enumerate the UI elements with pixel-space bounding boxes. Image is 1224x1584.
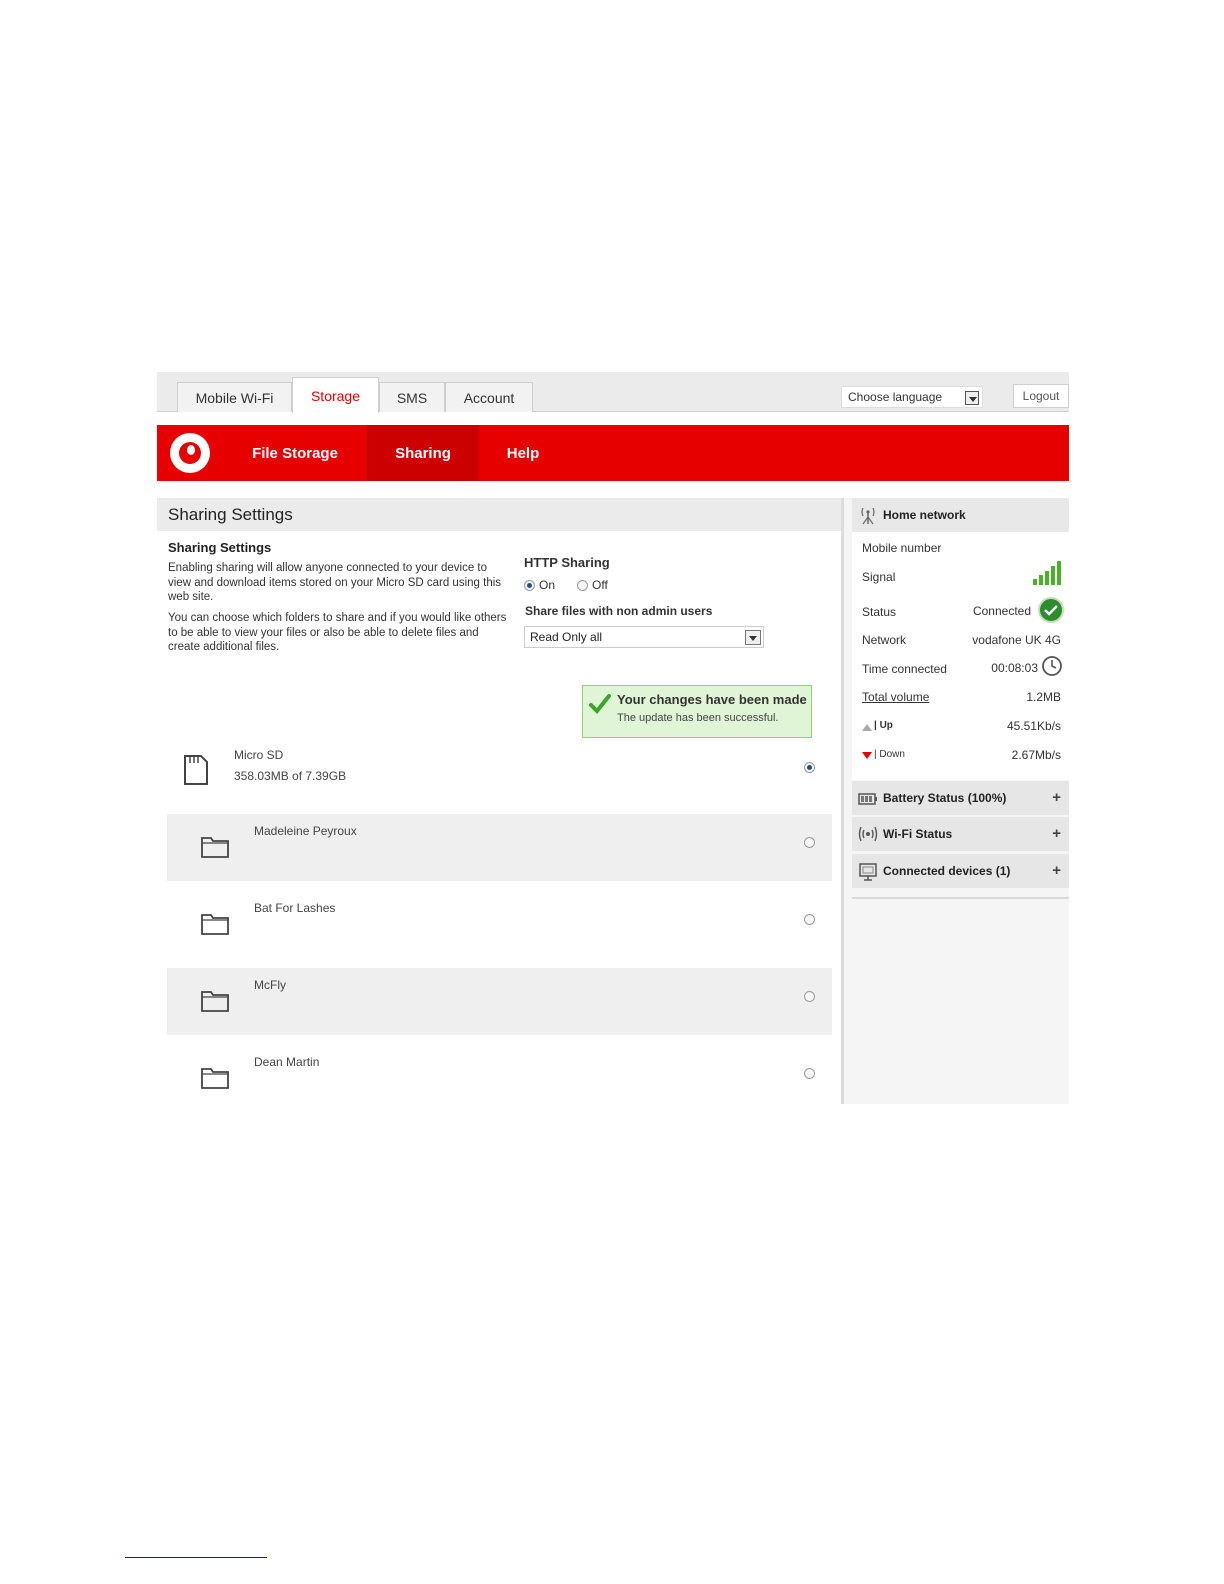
storage-row[interactable]: Micro SD 358.03MB of 7.39GB (167, 742, 832, 804)
logout-button[interactable]: Logout (1013, 384, 1069, 408)
share-files-label: Share files with non admin users (525, 604, 713, 618)
folder-radio[interactable] (804, 991, 815, 1002)
folder-icon (201, 991, 229, 1012)
up-arrow-icon (862, 724, 872, 731)
folder-icon (201, 1068, 229, 1089)
main-nav: File Storage Sharing Help (157, 425, 1069, 481)
monitor-icon (859, 863, 877, 881)
folder-row[interactable]: Dean Martin (167, 1045, 832, 1104)
chevron-down-icon (965, 391, 979, 405)
sharing-folder-description: You can choose which folders to share an… (168, 612, 507, 653)
network-details: Mobile number Signal Status Connected Ne… (852, 532, 1069, 780)
folder-name: Dean Martin (254, 1055, 320, 1069)
folder-radio[interactable] (804, 914, 815, 925)
storage-radio[interactable] (804, 762, 815, 773)
down-arrow-icon (862, 752, 872, 759)
signal-strength-icon (1033, 561, 1061, 585)
success-title: Your changes have been made (617, 692, 807, 707)
http-sharing-off-label: Off (592, 578, 608, 592)
sidebar-divider (852, 897, 1069, 899)
expand-icon[interactable]: + (1052, 789, 1061, 806)
section-subtitle: Sharing Settings (168, 540, 272, 555)
chevron-down-icon (745, 630, 761, 645)
tab-storage[interactable]: Storage (292, 377, 379, 413)
sd-card-icon (184, 755, 208, 785)
time-connected-value: 00:08:03 (991, 661, 1038, 675)
http-sharing-on-radio[interactable] (524, 580, 535, 591)
network-label: Network (862, 633, 907, 647)
http-sharing-label: HTTP Sharing (524, 555, 610, 570)
page-title: Sharing Settings (157, 498, 841, 531)
clock-icon (1042, 656, 1062, 676)
network-value: vodafone UK 4G (972, 633, 1061, 647)
nav-help[interactable]: Help (481, 425, 565, 481)
download-speed: 2.67Mb/s (1011, 748, 1061, 762)
antenna-icon (861, 507, 875, 525)
main-content: Sharing Settings Sharing Settings Enabli… (157, 498, 841, 1104)
home-network-header: Home network (852, 498, 1069, 532)
wifi-status-label: Wi-Fi Status (883, 827, 953, 841)
download-label-text: Down (879, 749, 905, 760)
http-sharing-off-radio[interactable] (577, 580, 588, 591)
storage-usage: 358.03MB of 7.39GB (234, 769, 347, 783)
connected-devices-label: Connected devices (1) (883, 864, 1011, 878)
upload-label: | Up (874, 720, 893, 731)
tab-mobile-wifi[interactable]: Mobile Wi-Fi (177, 382, 292, 412)
http-sharing-on-label: On (539, 578, 556, 592)
folder-radio[interactable] (804, 837, 815, 848)
top-tab-bar: Mobile Wi-Fi Storage SMS Account Choose … (157, 372, 1069, 413)
upload-label-text: Up (879, 720, 893, 731)
upload-speed: 45.51Kb/s (1006, 719, 1061, 733)
nav-file-storage[interactable]: File Storage (231, 425, 359, 481)
checkmark-icon (589, 694, 611, 714)
status-label: Status (862, 605, 897, 619)
folder-radio[interactable] (804, 1068, 815, 1079)
language-select-value: Choose language (848, 390, 943, 404)
battery-status-label: Battery Status (100%) (883, 791, 1007, 805)
nav-sharing[interactable]: Sharing (367, 425, 479, 481)
folder-name: McFly (254, 978, 286, 992)
storage-name: Micro SD (234, 748, 284, 762)
home-network-label: Home network (883, 508, 966, 522)
success-text: The update has been successful. (617, 712, 779, 724)
connected-check-icon (1038, 597, 1064, 623)
wifi-icon (858, 826, 878, 842)
time-connected-label: Time connected (862, 662, 947, 676)
folder-name: Madeleine Peyroux (254, 824, 357, 838)
tab-sms[interactable]: SMS (379, 382, 445, 412)
folder-row[interactable]: Bat For Lashes (167, 891, 832, 958)
total-volume-link[interactable]: Total volume (862, 690, 929, 704)
mobile-number-label: Mobile number (862, 541, 942, 555)
router-admin-app: Mobile Wi-Fi Storage SMS Account Choose … (157, 372, 1069, 1104)
folder-name: Bat For Lashes (254, 901, 336, 915)
tab-account[interactable]: Account (445, 382, 533, 412)
folder-icon (201, 837, 229, 858)
footnote-rule (125, 1557, 267, 1558)
share-permission-value: Read Only all (530, 630, 603, 644)
vodafone-logo-icon (170, 433, 210, 473)
share-permission-select[interactable]: Read Only all (524, 626, 764, 648)
connected-devices-panel[interactable]: Connected devices (1) + (852, 854, 1069, 888)
success-message: Your changes have been made The update h… (582, 685, 812, 738)
folder-icon (201, 914, 229, 935)
download-label: | Down (874, 749, 905, 760)
folder-row[interactable]: Madeleine Peyroux (167, 814, 832, 881)
status-value: Connected (972, 604, 1031, 618)
battery-icon (858, 793, 877, 805)
expand-icon[interactable]: + (1052, 825, 1061, 842)
sharing-description: Enabling sharing will allow anyone conne… (168, 562, 502, 603)
folder-row[interactable]: McFly (167, 968, 832, 1035)
expand-icon[interactable]: + (1052, 862, 1061, 879)
signal-label: Signal (862, 570, 896, 584)
total-volume-value: 1.2MB (1026, 690, 1061, 704)
status-sidebar: Home network Mobile number Signal Status… (841, 498, 1069, 1104)
wifi-status-panel[interactable]: Wi-Fi Status + (852, 817, 1069, 851)
language-select[interactable]: Choose language (841, 386, 983, 408)
battery-status-panel[interactable]: Battery Status (100%) + (852, 781, 1069, 815)
